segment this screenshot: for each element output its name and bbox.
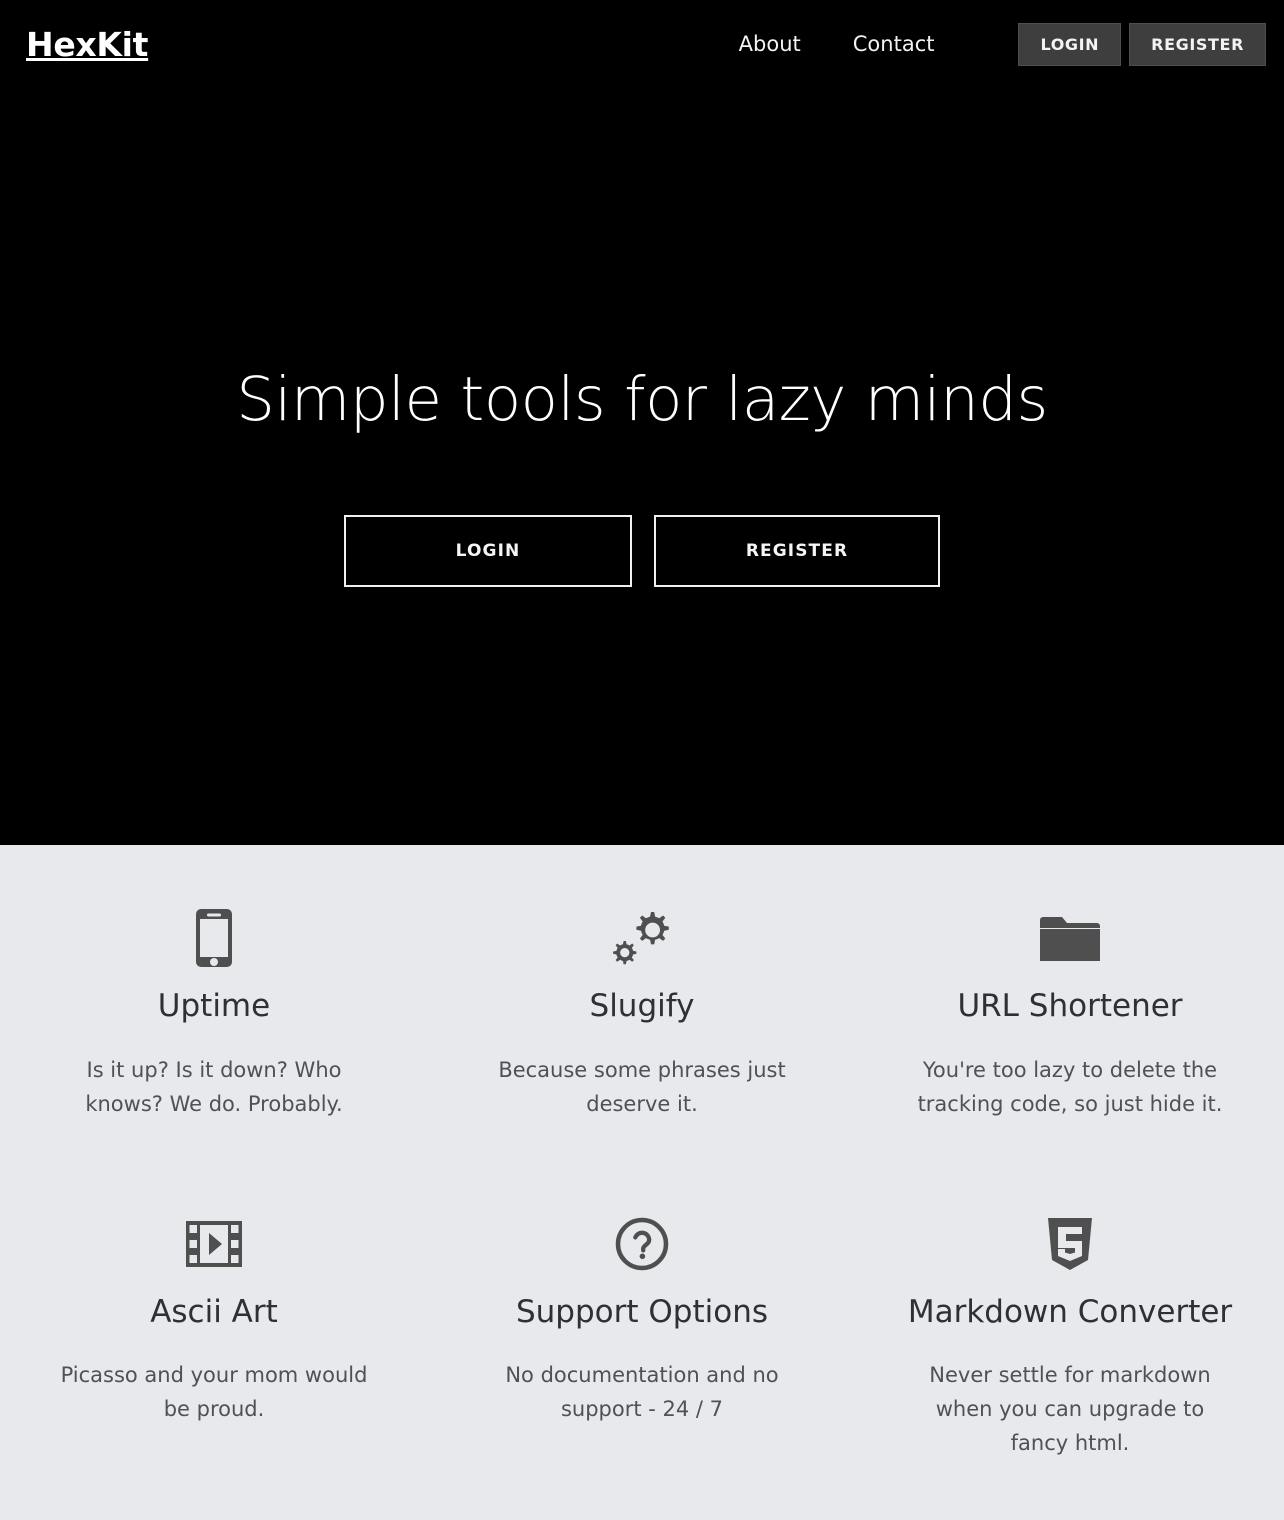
- feature-title: Markdown Converter: [907, 1293, 1233, 1330]
- question-circle-icon: [462, 1213, 822, 1275]
- feature-description: You're too lazy to delete the tracking c…: [917, 1057, 1223, 1116]
- feature-description: Picasso and your mom would be proud.: [60, 1363, 368, 1422]
- hero-section: HexKit About Contact LOGIN REGISTER Simp…: [0, 0, 1284, 845]
- landing-page: HexKit About Contact LOGIN REGISTER Simp…: [0, 0, 1284, 1520]
- nav-link-about[interactable]: About: [713, 33, 827, 55]
- navbar-buttons: LOGIN REGISTER: [1018, 22, 1266, 66]
- feature-card-url-shortener: URL Shortener You're too lazy to delete …: [856, 907, 1284, 1121]
- nav-link-contact[interactable]: Contact: [827, 33, 961, 55]
- hero-actions: LOGIN REGISTER: [0, 515, 1284, 588]
- nav-login-button[interactable]: LOGIN: [1018, 22, 1122, 66]
- feature-card-slugify: Slugify Because some phrases just deserv…: [428, 907, 856, 1121]
- brand-logo[interactable]: HexKit: [26, 28, 148, 61]
- feature-card-support-options: Support Options No documentation and no …: [428, 1213, 856, 1461]
- film-play-icon: [34, 1213, 394, 1275]
- feature-description: No documentation and no support - 24 / 7: [505, 1363, 779, 1422]
- hero-title: Simple tools for lazy minds: [236, 364, 1048, 435]
- feature-card-markdown-converter: Markdown Converter Never settle for mark…: [856, 1213, 1284, 1461]
- feature-title: Slugify: [589, 988, 695, 1024]
- navbar-links: About Contact: [713, 33, 961, 55]
- html5-shield-icon: [890, 1213, 1250, 1275]
- feature-description: Never settle for markdown when you can u…: [929, 1363, 1211, 1456]
- feature-card-uptime: Uptime Is it up? Is it down? Who knows? …: [0, 907, 428, 1121]
- nav-register-button[interactable]: REGISTER: [1129, 22, 1266, 66]
- feature-title: URL Shortener: [957, 988, 1183, 1024]
- feature-title: Ascii Art: [150, 1293, 278, 1330]
- hero-content: Simple tools for lazy minds LOGIN REGIST…: [0, 88, 1284, 588]
- folder-icon: [890, 907, 1250, 969]
- top-navbar: HexKit About Contact LOGIN REGISTER: [0, 0, 1284, 88]
- feature-title: Support Options: [515, 1293, 768, 1330]
- feature-grid: Uptime Is it up? Is it down? Who knows? …: [0, 907, 1284, 1460]
- feature-description: Because some phrases just deserve it.: [498, 1057, 786, 1116]
- feature-description: Is it up? Is it down? Who knows? We do. …: [85, 1057, 343, 1116]
- features-section: Uptime Is it up? Is it down? Who knows? …: [0, 845, 1284, 1520]
- feature-card-ascii-art: Ascii Art Picasso and your mom would be …: [0, 1213, 428, 1461]
- hero-register-button[interactable]: REGISTER: [654, 515, 940, 588]
- feature-title: Uptime: [157, 988, 271, 1024]
- hero-login-button[interactable]: LOGIN: [344, 515, 632, 588]
- mobile-phone-icon: [34, 907, 394, 969]
- cogs-icon: [462, 907, 822, 969]
